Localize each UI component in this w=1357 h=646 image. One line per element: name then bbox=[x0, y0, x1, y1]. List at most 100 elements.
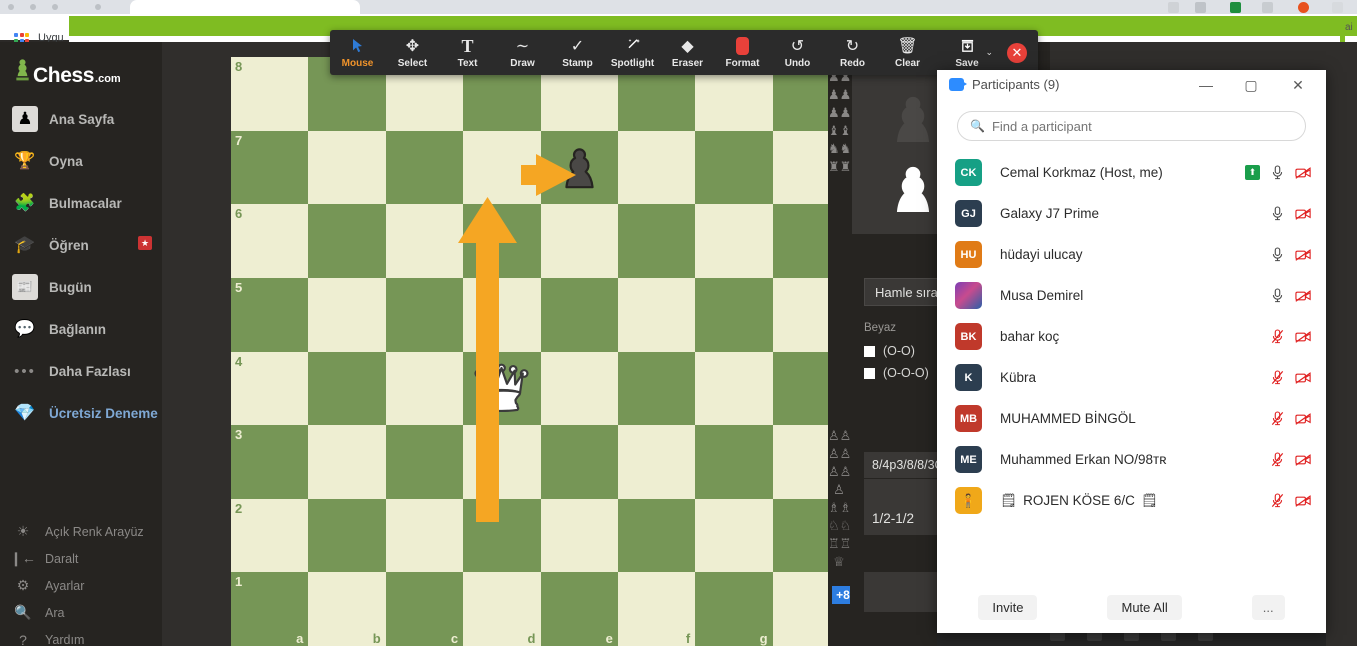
board-square[interactable] bbox=[695, 351, 773, 426]
host-flag-icon[interactable]: ⬆ bbox=[1245, 165, 1260, 180]
board-square[interactable]: g bbox=[695, 572, 773, 646]
browser-ext-icon[interactable] bbox=[1168, 2, 1179, 13]
board-square[interactable] bbox=[540, 204, 618, 278]
invite-button[interactable]: Invite bbox=[978, 594, 1038, 620]
sidebar-item-bugun[interactable]: 📰 Bugün bbox=[0, 266, 162, 308]
annot-tool-text[interactable]: T Text bbox=[440, 30, 495, 75]
board-square[interactable] bbox=[308, 498, 386, 573]
annot-tool-spotlight[interactable]: Spotlight bbox=[605, 30, 660, 75]
castle-queenside-row[interactable]: (O-O-O) bbox=[864, 366, 929, 380]
board-square[interactable] bbox=[617, 204, 696, 278]
board-square[interactable] bbox=[308, 130, 386, 205]
board-square[interactable] bbox=[695, 425, 773, 499]
board-square[interactable] bbox=[540, 425, 618, 499]
board-square[interactable] bbox=[308, 425, 386, 499]
participant-search[interactable]: 🔍 bbox=[957, 111, 1306, 141]
board-square[interactable]: 6 bbox=[231, 204, 309, 278]
sidebar-item-ucretsiz-deneme[interactable]: 💎 Ücretsiz Deneme bbox=[0, 392, 162, 434]
annot-tool-save[interactable]: Save ⌄ bbox=[935, 30, 999, 75]
board-square[interactable] bbox=[308, 351, 386, 426]
browser-reload-icon[interactable] bbox=[52, 4, 58, 10]
sidebar-item-ayarlar[interactable]: ⚙ Ayarlar bbox=[0, 572, 162, 599]
browser-overflow-icon[interactable] bbox=[1332, 2, 1343, 13]
board-square[interactable] bbox=[463, 425, 541, 499]
participant-row[interactable]: K Kübra bbox=[937, 357, 1326, 398]
board-square[interactable]: 4 bbox=[231, 351, 309, 426]
browser-grey-icon[interactable] bbox=[1262, 2, 1273, 13]
participant-row[interactable]: HU hüdayi ulucay bbox=[937, 234, 1326, 275]
annot-tool-redo[interactable]: ↻ Redo bbox=[825, 30, 880, 75]
mic-muted-icon[interactable] bbox=[1269, 492, 1286, 509]
board-square[interactable]: f bbox=[617, 572, 696, 646]
sidebar-item-acik-renk-arayuz[interactable]: ☀ Açık Renk Arayüz bbox=[0, 518, 162, 545]
sidebar-item-ara[interactable]: 🔍 Ara bbox=[0, 599, 162, 626]
participant-row[interactable]: ME Muhammed Erkan NO/98ᴛʀ bbox=[937, 439, 1326, 480]
board-square[interactable]: c bbox=[385, 572, 464, 646]
annot-tool-eraser[interactable]: ◆ Eraser bbox=[660, 30, 715, 75]
board-square[interactable] bbox=[617, 277, 696, 352]
board-square[interactable] bbox=[385, 498, 464, 573]
sidebar-item-ogren[interactable]: 🎓 Öğren ★ bbox=[0, 224, 162, 266]
minimize-button[interactable]: — bbox=[1185, 70, 1227, 100]
participant-row[interactable]: CK Cemal Korkmaz (Host, me) ⬆ bbox=[937, 152, 1326, 193]
browser-tab[interactable] bbox=[130, 0, 360, 14]
annot-tool-select[interactable]: ✥ Select bbox=[385, 30, 440, 75]
video-off-icon[interactable] bbox=[1295, 410, 1312, 427]
chess-piece-white-queen[interactable] bbox=[463, 352, 540, 426]
board-square[interactable] bbox=[463, 351, 541, 426]
annot-tool-stamp[interactable]: ✓ Stamp bbox=[550, 30, 605, 75]
video-off-icon[interactable] bbox=[1295, 328, 1312, 345]
mic-on-icon[interactable] bbox=[1269, 287, 1286, 304]
board-square[interactable] bbox=[695, 498, 773, 573]
mic-muted-icon[interactable] bbox=[1269, 369, 1286, 386]
board-square[interactable] bbox=[695, 130, 773, 205]
chesscom-logo[interactable]: Chess .com bbox=[14, 58, 121, 88]
video-off-icon[interactable] bbox=[1295, 451, 1312, 468]
video-off-icon[interactable] bbox=[1295, 492, 1312, 509]
board-square[interactable]: 1a bbox=[231, 572, 309, 646]
browser-green-icon[interactable] bbox=[1230, 2, 1241, 13]
sidebar-item-daha-fazlasi[interactable]: ••• Daha Fazlası bbox=[0, 350, 162, 392]
board-square[interactable] bbox=[540, 498, 618, 573]
sidebar-item-daralt[interactable]: ❙← Daralt bbox=[0, 545, 162, 572]
board-square[interactable] bbox=[385, 425, 464, 499]
annot-tool-format[interactable]: Format bbox=[715, 30, 770, 75]
participant-row[interactable]: Musa Demirel bbox=[937, 275, 1326, 316]
video-off-icon[interactable] bbox=[1295, 287, 1312, 304]
mic-muted-icon[interactable] bbox=[1269, 451, 1286, 468]
sidebar-item-oyna[interactable]: 🏆 Oyna bbox=[0, 140, 162, 182]
board-square[interactable] bbox=[463, 277, 541, 352]
board-square[interactable]: 5 bbox=[231, 277, 309, 352]
board-square[interactable] bbox=[385, 130, 464, 205]
board-square[interactable]: 8 bbox=[231, 57, 309, 131]
participant-row[interactable]: GJ Galaxy J7 Prime bbox=[937, 193, 1326, 234]
sidebar-item-baglanin[interactable]: 💬 Bağlanın bbox=[0, 308, 162, 350]
chess-piece-black-pawn[interactable] bbox=[541, 131, 618, 205]
board-square[interactable] bbox=[385, 277, 464, 352]
sidebar-item-yardim[interactable]: ? Yardım bbox=[0, 626, 162, 646]
video-off-icon[interactable] bbox=[1295, 164, 1312, 181]
browser-menu-icon[interactable] bbox=[1195, 2, 1206, 13]
browser-profile-avatar[interactable] bbox=[1298, 2, 1309, 13]
board-square[interactable] bbox=[463, 130, 541, 205]
board-square[interactable] bbox=[695, 204, 773, 278]
board-square[interactable] bbox=[540, 130, 618, 205]
participant-row[interactable]: BK bahar koç bbox=[937, 316, 1326, 357]
close-button[interactable]: ✕ bbox=[1277, 70, 1319, 100]
castle-kingside-row[interactable]: (O-O) bbox=[864, 344, 915, 358]
more-options-button[interactable]: ... bbox=[1251, 594, 1285, 620]
annotation-toolbar[interactable]: Mouse ✥ Select T Text ∼ Draw ✓ Stamp Spotlight ◆ Er… bbox=[330, 30, 1038, 75]
annot-close-button[interactable]: ✕ bbox=[1007, 42, 1027, 63]
board-square[interactable] bbox=[385, 351, 464, 426]
annot-tool-clear[interactable]: 🗑 Clear bbox=[880, 30, 935, 75]
browser-forward-icon[interactable] bbox=[30, 4, 36, 10]
board-square[interactable] bbox=[540, 277, 618, 352]
sidebar-item-bulmacalar[interactable]: 🧩 Bulmacalar bbox=[0, 182, 162, 224]
castle-queenside-checkbox[interactable] bbox=[864, 367, 875, 379]
board-square[interactable] bbox=[617, 351, 696, 426]
board-square[interactable] bbox=[308, 277, 386, 352]
annot-tool-draw[interactable]: ∼ Draw bbox=[495, 30, 550, 75]
board-square[interactable]: 2 bbox=[231, 498, 309, 573]
board-square[interactable] bbox=[540, 351, 618, 426]
board-square[interactable] bbox=[617, 130, 696, 205]
